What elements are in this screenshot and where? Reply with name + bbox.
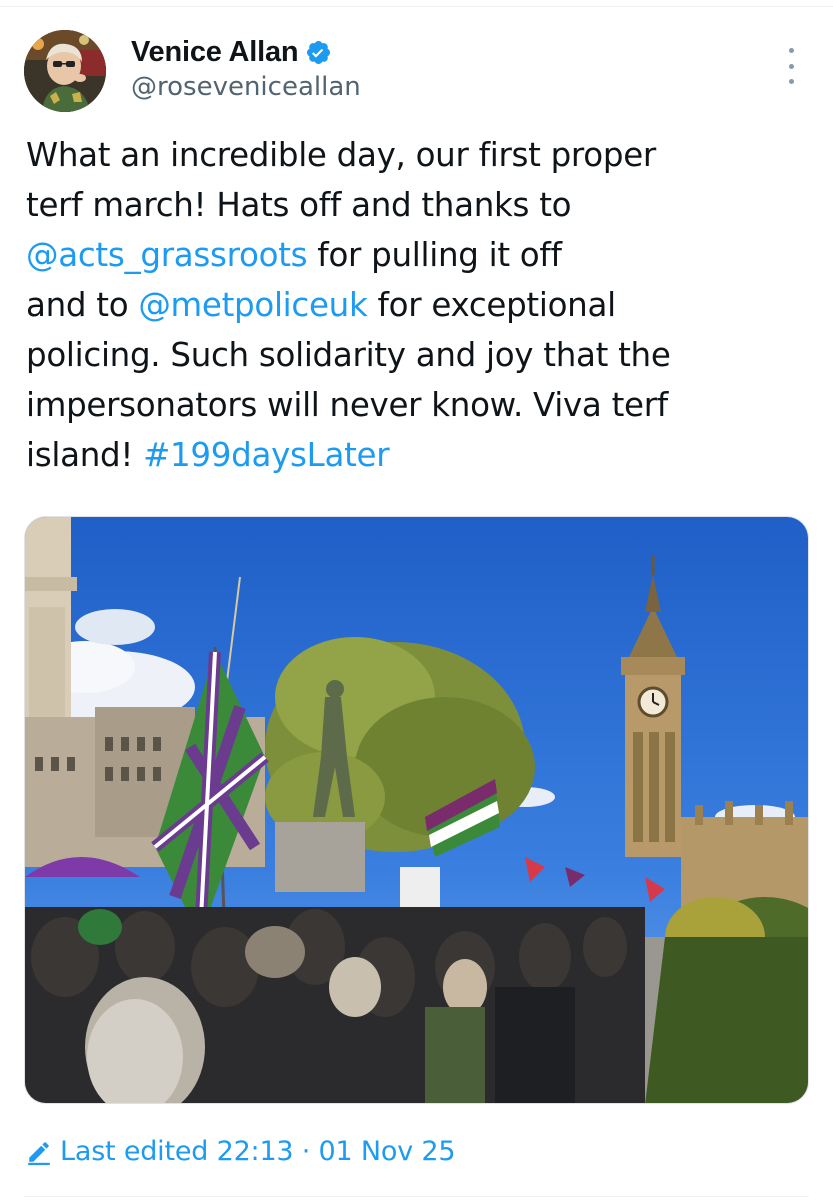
bottom-divider [24,1196,809,1197]
tweet-text-segment: island! [26,436,144,474]
tweet-text-line: policing. Such solidarity and joy that t… [26,330,816,380]
pencil-icon [28,1141,50,1165]
tweet-text: What an incredible day, our first proper… [26,130,816,480]
tweet-text-line: impersonators will never know. Viva terf [26,380,816,430]
last-edited-link[interactable]: Last edited 22:13 · 01 Nov 25 [26,1136,456,1167]
tweet-text-segment: terf march! Hats off and thanks to [26,186,572,224]
more-dot-icon [788,79,794,84]
tweet-text-segment: What an incredible day, our first proper [26,136,656,174]
mention-link[interactable]: @metpoliceuk [138,286,367,324]
tweet-text-segment: impersonators will never know. Viva terf [26,386,668,424]
tweet-text-line: island! #199daysLater [26,430,816,480]
avatar[interactable] [24,30,106,112]
avatar-image [24,30,106,112]
author-handle[interactable]: @roseveniceallan [131,72,361,102]
tweet-text-line: terf march! Hats off and thanks to [26,180,816,230]
last-edited-label: Last edited 22:13 · 01 Nov 25 [60,1136,456,1167]
tweet-text-segment: for pulling it off [307,236,562,274]
more-dot-icon [788,63,794,69]
hashtag-link[interactable]: #199daysLater [143,436,390,474]
tweet-text-line: @acts_grassroots for pulling it off [26,230,816,280]
display-name-row: Venice Allan [131,34,361,70]
more-dot-icon [788,48,794,53]
more-options-button[interactable] [783,48,799,84]
tweet-text-segment: policing. Such solidarity and joy that t… [26,336,671,374]
tweet-text-line: What an incredible day, our first proper [26,130,816,180]
display-name[interactable]: Venice Allan [131,36,299,69]
author-names: Venice Allan @roseveniceallan [131,34,361,103]
photo-image [25,517,808,1103]
mention-link[interactable]: @acts_grassroots [26,236,308,274]
tweet-text-segment: for exceptional [367,286,617,324]
top-divider [0,6,833,7]
tweet-header: Venice Allan @roseveniceallan [24,30,809,114]
tweet-photo[interactable] [24,516,809,1104]
tweet-text-segment: and to [26,286,139,324]
tweet-text-line: and to @metpoliceuk for exceptional [26,280,816,330]
verified-badge-icon[interactable] [305,39,332,66]
